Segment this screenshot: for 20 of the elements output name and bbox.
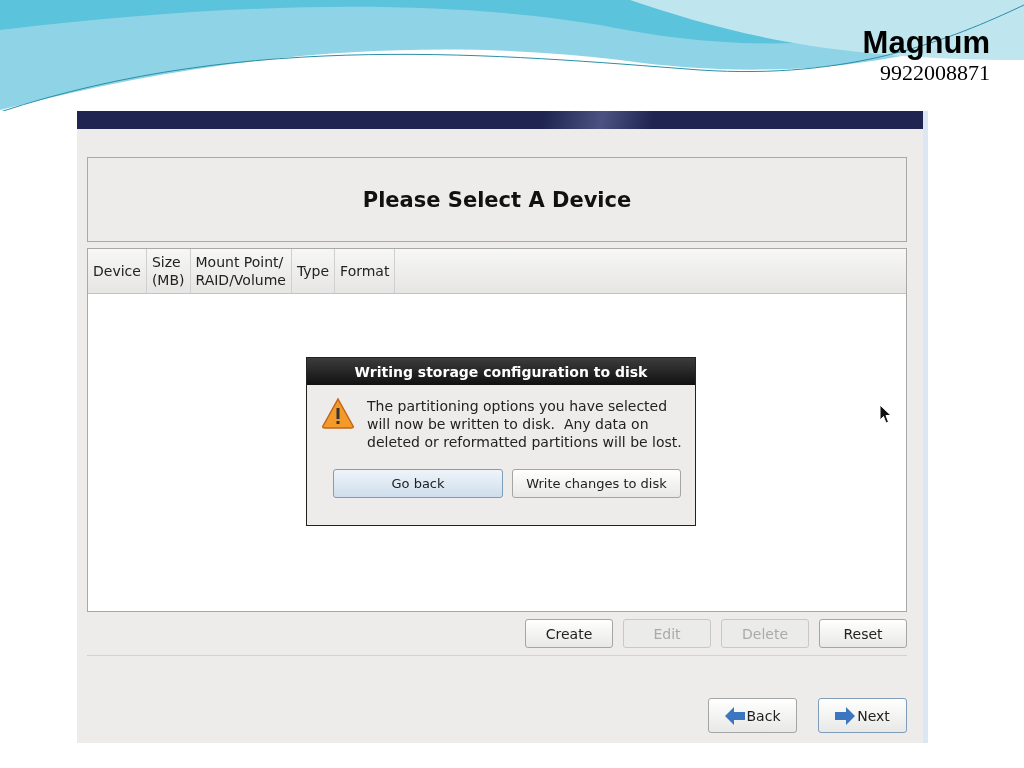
page-heading: Please Select A Device	[362, 187, 632, 212]
phone-number: 9922008871	[880, 60, 990, 86]
right-arrow-icon	[835, 706, 856, 725]
left-arrow-icon	[724, 706, 745, 725]
column-header[interactable]: Mount Point/ RAID/Volume	[190, 249, 292, 293]
dialog-message: The partitioning options you have selected will now be written to disk. Any data on deleted or reformatted partitions will be lost.	[367, 397, 682, 451]
next-button[interactable]: Next	[818, 698, 907, 733]
warning-icon	[321, 397, 355, 429]
brand-name: Magnum	[862, 26, 990, 60]
action-button[interactable]: Reset	[819, 619, 907, 648]
action-button[interactable]: Create	[525, 619, 613, 648]
dialog-button[interactable]: Go back	[333, 469, 503, 498]
back-button[interactable]: Back	[708, 698, 797, 733]
column-header[interactable]: Size (MB)	[146, 249, 191, 293]
mouse-cursor-icon	[879, 404, 892, 424]
column-header[interactable]: Format	[335, 249, 396, 293]
dialog-button[interactable]: Write changes to disk	[512, 469, 681, 498]
column-header[interactable]: Type	[291, 249, 336, 293]
dialog-title: Writing storage configuration to disk	[307, 358, 695, 385]
column-header[interactable]: Device	[88, 249, 147, 293]
